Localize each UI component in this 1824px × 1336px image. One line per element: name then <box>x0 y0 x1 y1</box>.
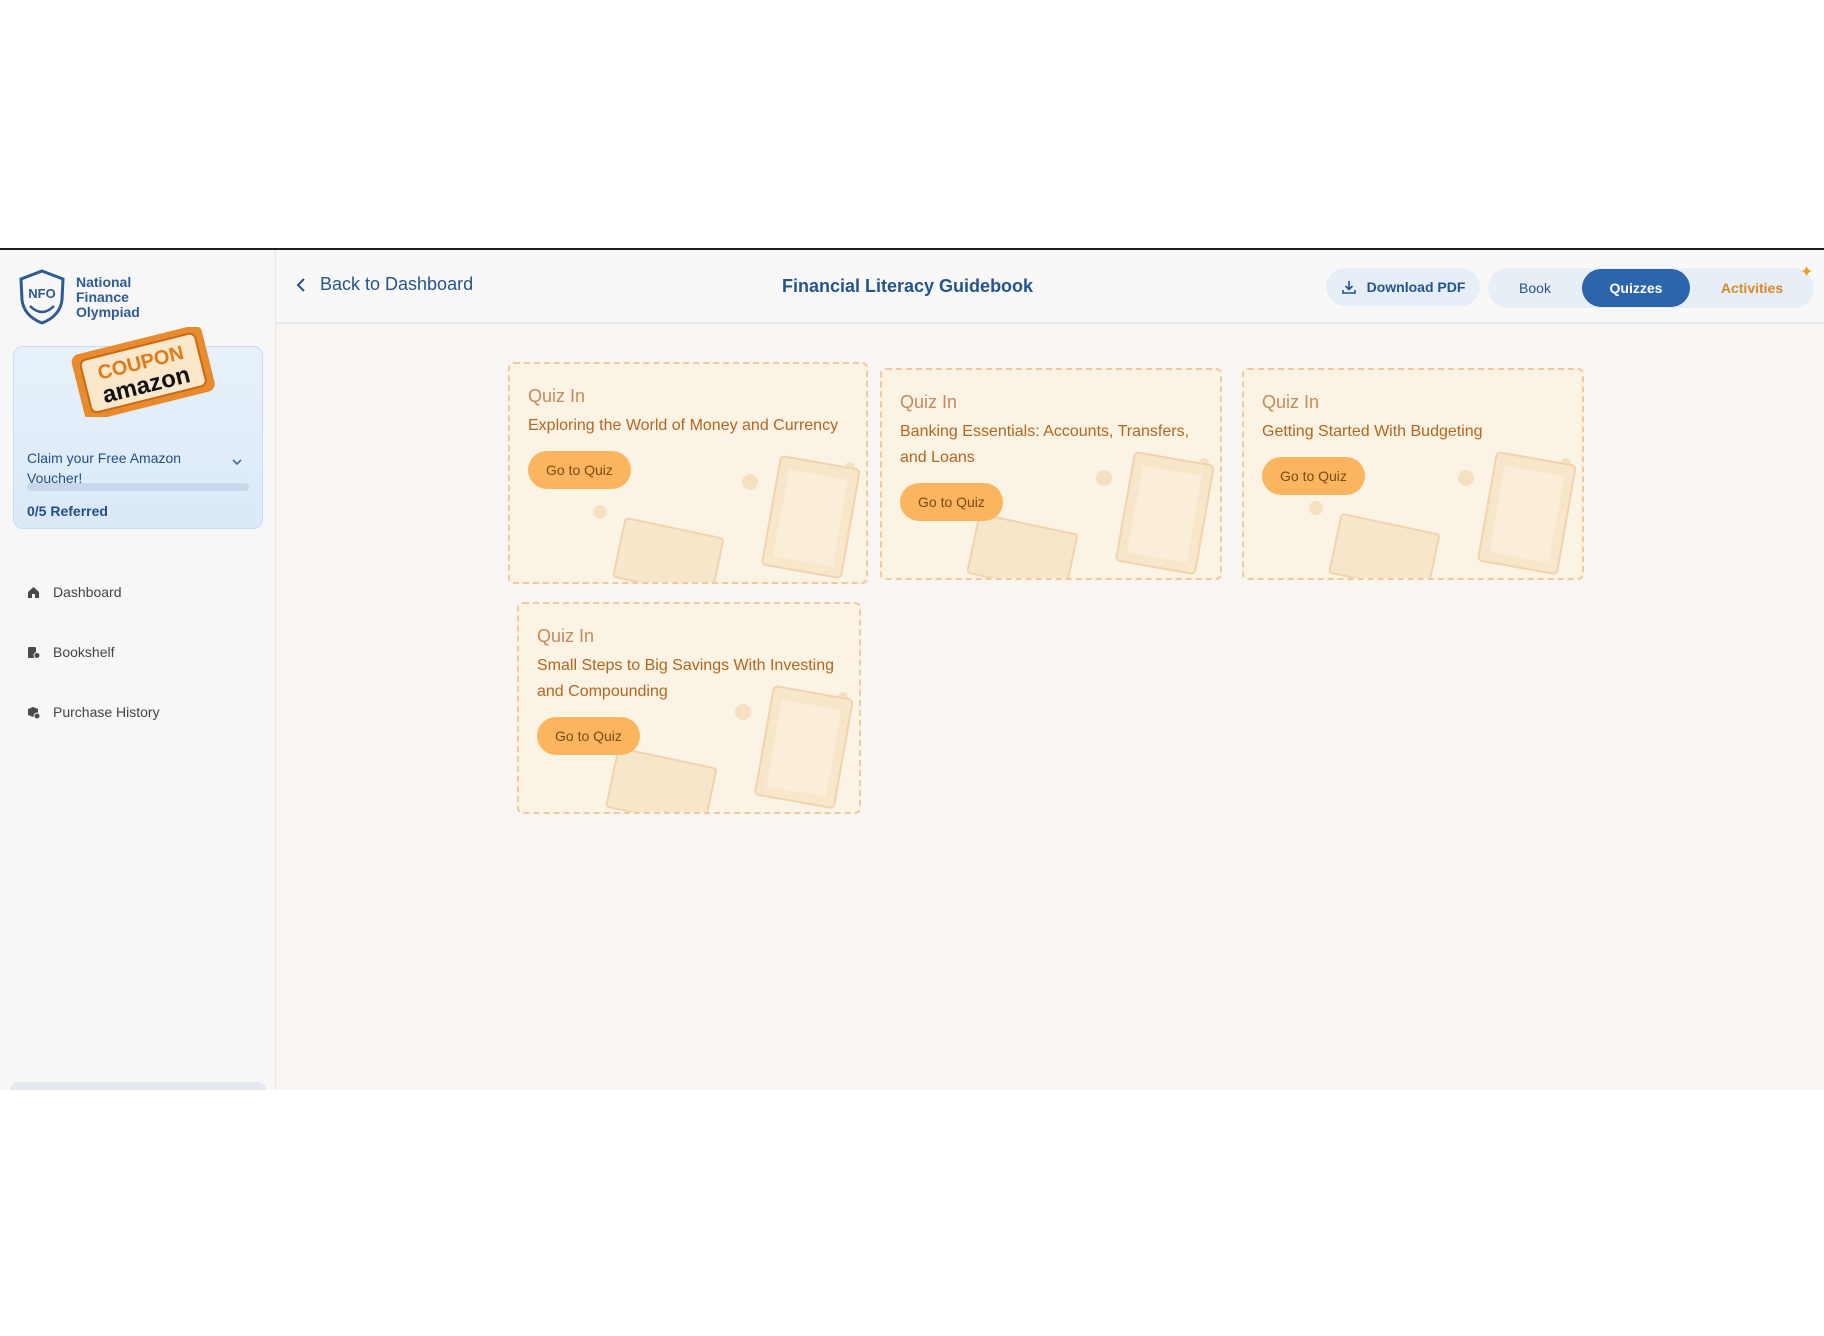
logo-word-3: Olympiad <box>76 303 140 320</box>
page-title: Financial Literacy Guidebook <box>782 276 1034 296</box>
sidebar-footer-bar <box>10 1082 266 1090</box>
claim-voucher-text: Claim your Free Amazon Voucher! <box>27 450 182 486</box>
chevron-left-icon <box>296 277 305 292</box>
download-pdf-button[interactable]: Download PDF <box>1326 268 1480 306</box>
quiz-label: Quiz In <box>900 392 958 412</box>
quiz-title: Small Steps to Big Savings With Investin… <box>537 657 835 700</box>
tab-activities[interactable]: Activities <box>1690 269 1814 307</box>
logo-text: National Finance Olympiad <box>76 273 140 320</box>
go-to-quiz-button[interactable]: Go to Quiz <box>528 451 631 489</box>
quiz-card: Quiz In Banking Essentials: Accounts, Tra… <box>880 368 1222 580</box>
download-pdf-label: Download PDF <box>1366 279 1466 295</box>
top-bar: Back to Dashboard Financial Literacy Gui… <box>276 250 1824 324</box>
sidebar-nav: Dashboard Bookshelf Purchase History <box>26 562 160 742</box>
quiz-card: Quiz In Exploring the World of Money and … <box>508 362 868 584</box>
chevron-down-icon[interactable] <box>230 455 244 469</box>
quiz-title: Banking Essentials: Accounts, Transfers,… <box>900 423 1190 466</box>
logo-word-1: National <box>76 273 132 290</box>
home-icon <box>28 586 39 598</box>
referred-count: 0/5 Referred <box>27 503 108 519</box>
download-icon <box>1341 281 1356 294</box>
go-to-quiz-button[interactable]: Go to Quiz <box>900 483 1003 521</box>
logo-word-2: Finance <box>76 288 129 305</box>
quiz-card: Quiz In Small Steps to Big Savings With I… <box>517 602 861 814</box>
sidebar-item-purchase-history[interactable]: Purchase History <box>26 682 160 742</box>
back-to-dashboard-link[interactable]: Back to Dashboard <box>294 274 473 295</box>
go-to-quiz-button[interactable]: Go to Quiz <box>537 717 640 755</box>
sidebar-item-dashboard[interactable]: Dashboard <box>26 562 160 622</box>
referral-progress-bar <box>27 483 249 491</box>
sidebar-item-label: Purchase History <box>53 704 160 720</box>
sparkle-icon: ✦ <box>1800 264 1814 281</box>
purchase-history-icon <box>28 706 41 719</box>
svg-text:NFO: NFO <box>28 286 55 301</box>
sidebar-item-label: Bookshelf <box>53 644 115 660</box>
tab-book[interactable]: Book <box>1488 269 1582 307</box>
view-tabs: Book Quizzes Activities <box>1488 268 1814 308</box>
sidebar: NFO National Finance Olympiad COUPON ama… <box>0 250 276 1090</box>
back-label: Back to Dashboard <box>320 274 474 294</box>
quiz-title: Getting Started With Budgeting <box>1262 423 1483 440</box>
quiz-label: Quiz In <box>528 386 586 406</box>
nfo-shield-icon: NFO <box>19 269 65 325</box>
logo[interactable]: NFO National Finance Olympiad <box>16 268 140 326</box>
amazon-voucher-card[interactable]: COUPON amazon Claim your Free Amazon Vou… <box>13 327 263 529</box>
sidebar-item-bookshelf[interactable]: Bookshelf <box>26 622 160 682</box>
app-window: NFO National Finance Olympiad COUPON ama… <box>0 248 1824 1090</box>
tab-quizzes[interactable]: Quizzes <box>1582 269 1690 307</box>
go-to-quiz-button[interactable]: Go to Quiz <box>1262 457 1365 495</box>
bookshelf-icon <box>28 646 41 659</box>
quiz-label: Quiz In <box>1262 392 1320 412</box>
amazon-coupon-icon: COUPON amazon <box>71 327 215 417</box>
quiz-title: Exploring the World of Money and Currenc… <box>528 417 839 434</box>
sidebar-item-label: Dashboard <box>53 584 122 600</box>
quiz-label: Quiz In <box>537 626 595 646</box>
quiz-card: Quiz In Getting Started With Budgeting Go … <box>1242 368 1584 580</box>
